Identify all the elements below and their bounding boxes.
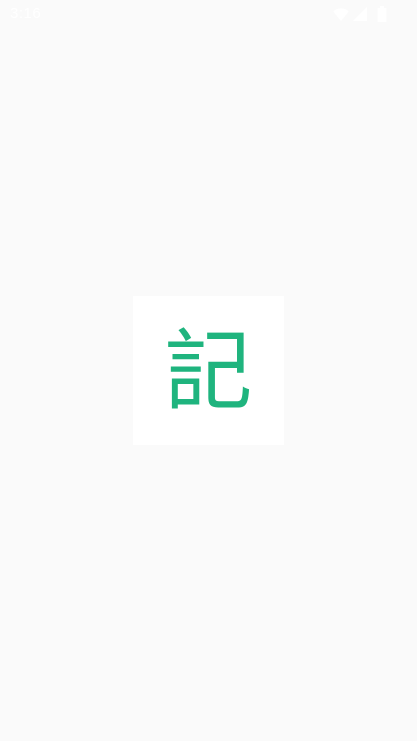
status-time: 3:16 — [10, 5, 42, 22]
cell-signal-icon — [353, 7, 367, 21]
wifi-icon — [333, 7, 349, 21]
app-logo: 記 — [164, 319, 253, 423]
battery-icon — [377, 6, 387, 22]
status-icons — [333, 6, 387, 22]
status-bar: 3:16 — [0, 0, 417, 28]
app-logo-card: 記 — [133, 296, 284, 445]
